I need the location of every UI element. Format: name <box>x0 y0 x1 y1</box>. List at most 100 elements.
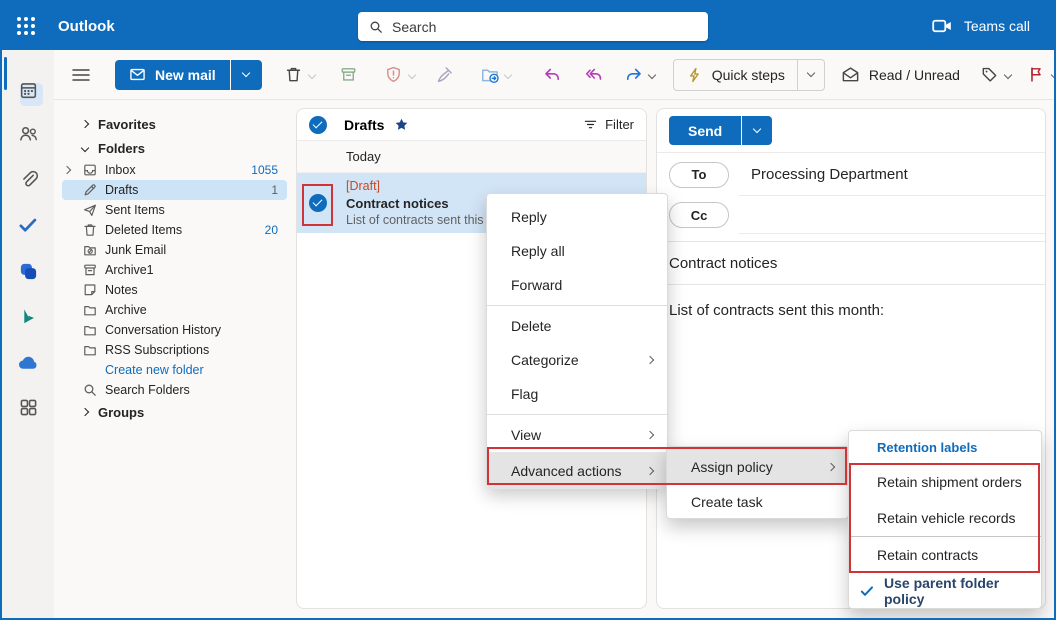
junk-folder-icon <box>82 242 98 258</box>
groups-group[interactable]: Groups <box>54 400 295 424</box>
calendar-rail-button[interactable] <box>2 75 54 105</box>
favorites-group[interactable]: Favorites <box>54 112 295 136</box>
flag-button[interactable] <box>1024 62 1050 88</box>
favorite-star-icon[interactable] <box>394 117 409 132</box>
search-input[interactable]: Search <box>358 12 708 41</box>
folder-item-conversation-history[interactable]: Conversation History <box>62 320 287 340</box>
archive-button[interactable] <box>336 62 362 88</box>
menu-item-delete[interactable]: Delete <box>487 309 667 343</box>
submenu-chevron-icon <box>647 468 653 474</box>
menu-item-reply-all[interactable]: Reply all <box>487 234 667 268</box>
menu-item-retain-vehicle-records[interactable]: Retain vehicle records <box>849 500 1041 536</box>
reply-all-button[interactable] <box>581 62 607 88</box>
submenu-chevron-icon <box>647 432 653 438</box>
folder-item-archive[interactable]: Archive <box>62 300 287 320</box>
subject-field[interactable]: Contract notices <box>657 241 1045 285</box>
create-new-folder-link[interactable]: Create new folder <box>62 360 287 380</box>
menu-item-forward[interactable]: Forward <box>487 268 667 302</box>
submenu-chevron-icon <box>647 357 653 363</box>
menu-item-assign-policy[interactable]: Assign policy <box>667 448 848 485</box>
menu-item-reply[interactable]: Reply <box>487 200 667 234</box>
outlook-window: Outlook Search Teams call <box>0 0 1056 620</box>
app-launcher-button[interactable] <box>2 2 50 50</box>
microsoft365-icon <box>18 261 39 282</box>
microsoft365-rail-button[interactable] <box>2 256 54 286</box>
forward-dropdown[interactable] <box>649 72 655 78</box>
folder-item-notes[interactable]: Notes <box>62 280 287 300</box>
folder-item-rss[interactable]: RSS Subscriptions <box>62 340 287 360</box>
to-recipient[interactable]: Processing Department <box>751 166 908 183</box>
filter-icon <box>583 117 598 132</box>
menu-item-flag[interactable]: Flag <box>487 377 667 411</box>
folder-item-inbox[interactable]: Inbox 1055 <box>62 160 287 180</box>
archive-box-icon <box>82 262 98 278</box>
people-icon <box>18 123 39 144</box>
favorites-label: Favorites <box>98 117 156 132</box>
message-subject: Contract notices <box>346 195 497 212</box>
read-unread-button[interactable]: Read / Unread <box>841 65 960 84</box>
menu-item-view[interactable]: View <box>487 418 667 452</box>
forward-button[interactable] <box>621 62 647 88</box>
lightning-icon <box>686 66 704 84</box>
quick-steps-dropdown[interactable] <box>798 73 824 76</box>
chevron-right-icon <box>81 408 89 416</box>
move-to-dropdown[interactable] <box>505 72 511 78</box>
filter-button[interactable]: Filter <box>583 117 634 132</box>
open-envelope-icon <box>841 65 860 84</box>
folder-item-deleted[interactable]: Deleted Items 20 <box>62 220 287 240</box>
folder-item-search-folders[interactable]: Search Folders <box>62 380 287 400</box>
people-rail-button[interactable] <box>2 118 54 148</box>
todo-rail-button[interactable] <box>2 210 54 240</box>
cc-button[interactable]: Cc <box>669 202 729 228</box>
files-rail-button[interactable] <box>2 164 54 194</box>
menu-item-retain-contracts[interactable]: Retain contracts <box>849 537 1041 573</box>
send-dropdown[interactable] <box>742 116 772 145</box>
date-group-header[interactable]: Today <box>297 141 646 173</box>
delete-dropdown[interactable] <box>309 72 315 78</box>
search-placeholder: Search <box>392 19 436 35</box>
menu-item-categorize[interactable]: Categorize <box>487 343 667 377</box>
sweep-button[interactable] <box>432 62 458 88</box>
app-rail <box>2 50 54 618</box>
folder-item-drafts[interactable]: Drafts 1 <box>62 180 287 200</box>
send-row: Send <box>657 109 1045 153</box>
message-body[interactable]: List of contracts sent this month: <box>657 285 1045 336</box>
video-camera-icon <box>931 15 953 37</box>
menu-item-create-task[interactable]: Create task <box>667 485 848 519</box>
new-mail-dropdown[interactable] <box>231 60 262 90</box>
folder-pane: Favorites Folders Inbox 1055 Drafts 1 <box>54 100 295 618</box>
teams-call-button[interactable]: Teams call <box>931 2 1030 50</box>
move-to-button[interactable] <box>477 62 503 88</box>
flag-dropdown[interactable] <box>1052 72 1054 78</box>
menu-item-retain-shipment-orders[interactable]: Retain shipment orders <box>849 464 1041 500</box>
bing-rail-button[interactable] <box>2 302 54 332</box>
report-button[interactable] <box>381 62 407 88</box>
waffle-icon <box>17 17 21 21</box>
message-checkbox[interactable] <box>309 194 327 212</box>
delete-button[interactable] <box>281 62 307 88</box>
send-button[interactable]: Send <box>669 116 772 145</box>
to-button[interactable]: To <box>669 162 729 188</box>
folder-item-archive1[interactable]: Archive1 <box>62 260 287 280</box>
categorize-button[interactable] <box>977 62 1003 88</box>
menu-item-advanced-actions[interactable]: Advanced actions <box>487 452 667 489</box>
report-dropdown[interactable] <box>409 72 415 78</box>
search-icon <box>82 382 98 398</box>
hamburger-menu-button[interactable] <box>68 62 94 88</box>
chevron-right-icon <box>81 120 89 128</box>
categorize-dropdown[interactable] <box>1005 72 1011 78</box>
submenu-chevron-icon <box>828 464 834 470</box>
menu-item-use-parent-folder-policy[interactable]: Use parent folder policy <box>849 573 1041 609</box>
onedrive-rail-button[interactable] <box>2 348 54 378</box>
reply-button[interactable] <box>539 62 565 88</box>
folder-item-junk[interactable]: Junk Email <box>62 240 287 260</box>
select-all-checkbox[interactable] <box>309 116 327 134</box>
assign-policy-flyout: Retention labels Retain shipment orders … <box>848 430 1042 609</box>
more-apps-rail-button[interactable] <box>2 392 54 422</box>
new-mail-button[interactable]: New mail <box>115 60 262 90</box>
folder-item-sent[interactable]: Sent Items <box>62 200 287 220</box>
onedrive-icon <box>17 352 39 374</box>
quick-steps-button[interactable]: Quick steps <box>673 59 825 91</box>
folder-icon <box>82 322 98 338</box>
folders-group[interactable]: Folders <box>54 136 295 160</box>
